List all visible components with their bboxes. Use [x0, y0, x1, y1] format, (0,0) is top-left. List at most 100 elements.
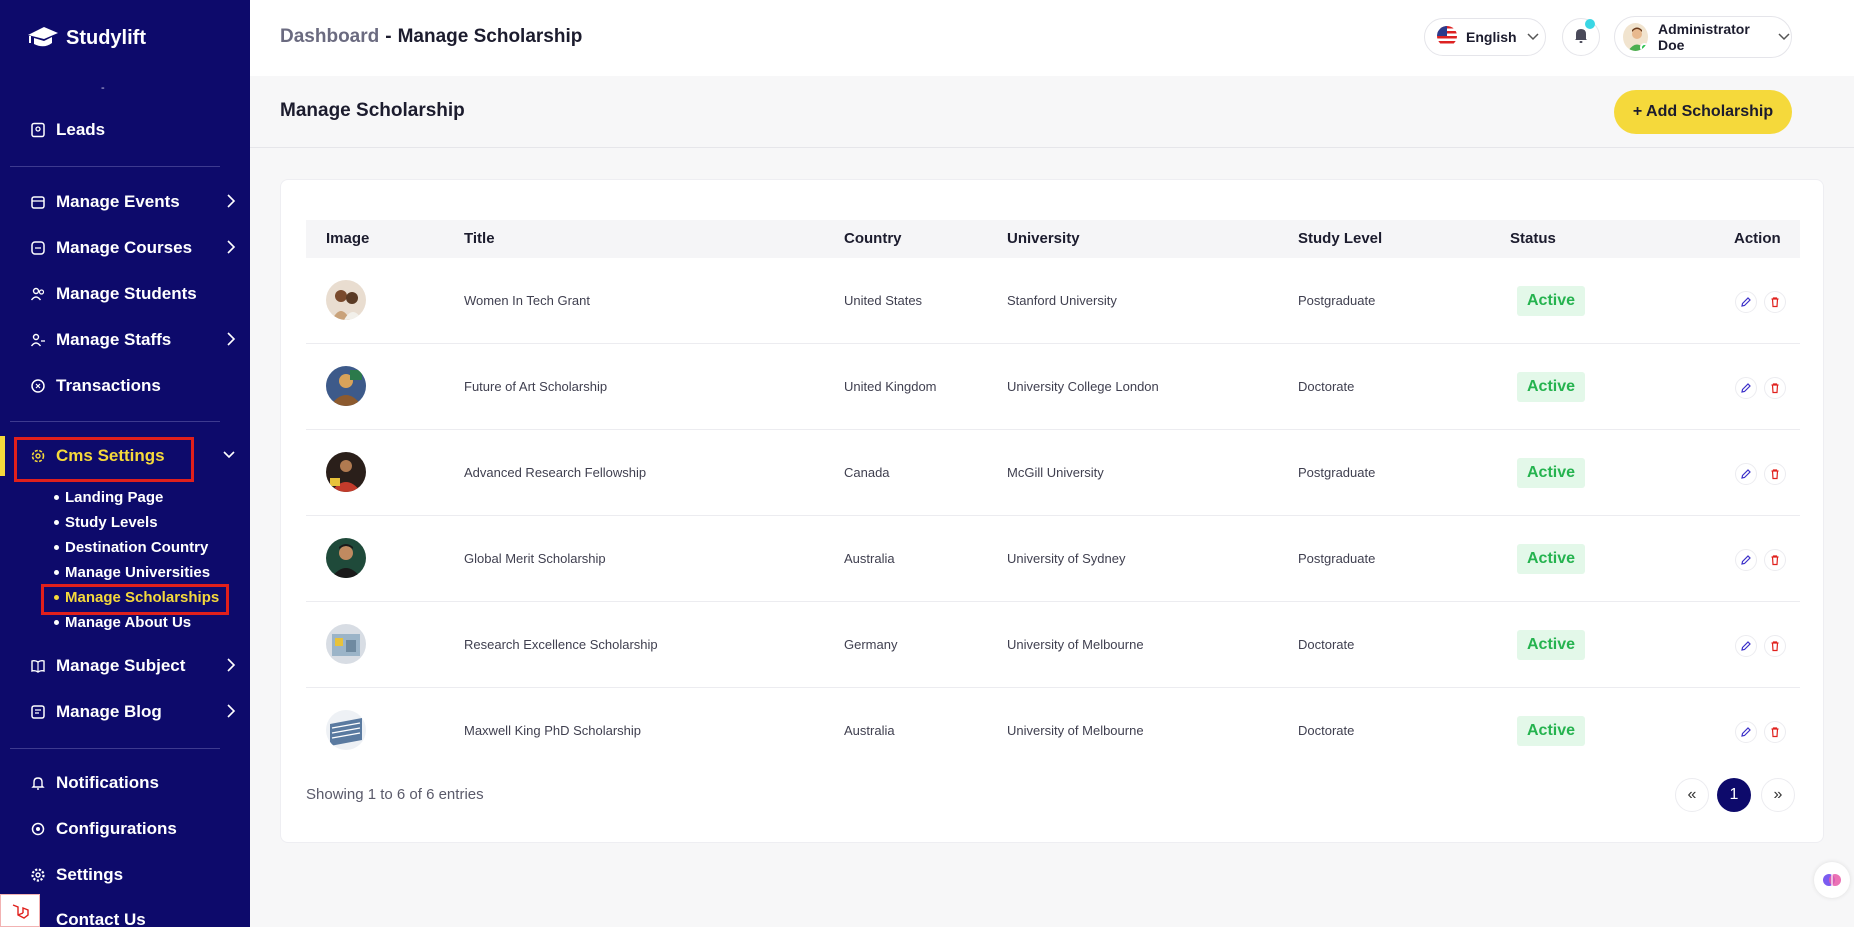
- sidebar-dash-mark: -: [101, 82, 105, 94]
- manage-scholarships-highlight: [41, 584, 229, 615]
- cell-study-level: Doctorate: [1298, 637, 1355, 652]
- sidebar-item-manage-students[interactable]: Manage Students: [0, 274, 250, 314]
- transactions-icon: [28, 376, 48, 396]
- notifications-button[interactable]: [1562, 18, 1600, 56]
- status-badge: Active: [1517, 630, 1585, 660]
- delete-button[interactable]: [1764, 463, 1786, 485]
- sidebar-item-notifications[interactable]: Notifications: [0, 763, 250, 803]
- cell-university: University of Melbourne: [1007, 723, 1144, 738]
- submenu-item-label: Manage Universities: [65, 564, 211, 581]
- delete-button[interactable]: [1764, 377, 1786, 399]
- chevron-right-icon: [226, 331, 236, 352]
- add-scholarship-button[interactable]: + Add Scholarship: [1614, 90, 1792, 134]
- sidebar-item-settings[interactable]: Settings: [0, 855, 250, 895]
- sidebar-item-label: Configurations: [56, 819, 177, 838]
- sidebar-item-manage-blog[interactable]: Manage Blog: [0, 692, 250, 732]
- chevron-down-icon: [1526, 29, 1540, 45]
- submenu-item-landing-page[interactable]: Landing Page: [54, 489, 163, 506]
- scholarship-image: [326, 366, 366, 406]
- delete-button[interactable]: [1764, 721, 1786, 743]
- bullet-icon: [54, 620, 59, 625]
- entries-info: Showing 1 to 6 of 6 entries: [306, 786, 484, 803]
- sidebar-item-configurations[interactable]: Configurations: [0, 809, 250, 849]
- column-header-study-level: Study Level: [1298, 230, 1383, 247]
- cell-country: Canada: [844, 465, 890, 480]
- column-header-action: Action: [1734, 230, 1781, 247]
- submenu-item-label: Manage About Us: [65, 614, 192, 631]
- language-selector[interactable]: English: [1424, 18, 1546, 56]
- table-row: Future of Art Scholarship United Kingdom…: [306, 344, 1800, 430]
- cell-university: University of Melbourne: [1007, 637, 1144, 652]
- breadcrumb-separator: -: [385, 26, 392, 47]
- pagination-prev[interactable]: «: [1675, 778, 1709, 812]
- cell-study-level: Doctorate: [1298, 379, 1355, 394]
- cell-title: Future of Art Scholarship: [464, 379, 608, 394]
- cell-study-level: Postgraduate: [1298, 293, 1376, 308]
- staff-icon: [28, 330, 48, 350]
- gear-icon: [28, 865, 48, 885]
- breadcrumb: Dashboard - Manage Scholarship: [280, 26, 582, 48]
- sidebar-item-leads[interactable]: Leads: [0, 110, 250, 150]
- chevron-right-icon: [226, 239, 236, 260]
- sidebar-item-manage-subject[interactable]: Manage Subject: [0, 646, 250, 686]
- column-header-image: Image: [326, 230, 370, 247]
- breadcrumb-current: Manage Scholarship: [397, 26, 583, 47]
- edit-button[interactable]: [1735, 291, 1757, 313]
- sidebar-item-manage-courses[interactable]: Manage Courses: [0, 228, 250, 268]
- page-header: Manage Scholarship + Add Scholarship: [250, 76, 1854, 148]
- status-badge: Active: [1517, 716, 1585, 746]
- sidebar-item-label: Contact Us: [56, 910, 146, 927]
- online-status-dot: [1640, 43, 1648, 51]
- top-bar: Dashboard - Manage Scholarship English Adm…: [250, 0, 1854, 76]
- sidebar: Studylift - Leads Manage Events Manage C…: [0, 0, 250, 927]
- brain-icon[interactable]: [1814, 862, 1850, 898]
- calendar-icon: [28, 192, 48, 212]
- sidebar-divider: [10, 166, 220, 167]
- sidebar-divider: [10, 748, 220, 749]
- cell-university: McGill University: [1007, 465, 1104, 480]
- breadcrumb-root[interactable]: Dashboard: [280, 26, 379, 47]
- cell-country: Germany: [844, 637, 898, 652]
- delete-button[interactable]: [1764, 549, 1786, 571]
- sidebar-item-manage-staffs[interactable]: Manage Staffs: [0, 320, 250, 360]
- sidebar-item-label: Leads: [56, 120, 106, 139]
- configurations-icon: [28, 819, 48, 839]
- cell-title: Global Merit Scholarship: [464, 551, 606, 566]
- cell-university: University of Sydney: [1007, 551, 1126, 566]
- logo[interactable]: Studylift: [0, 0, 250, 76]
- submenu-item-manage-about-us[interactable]: Manage About Us: [54, 614, 191, 631]
- delete-button[interactable]: [1764, 635, 1786, 657]
- submenu-item-label: Destination Country: [65, 539, 209, 556]
- scholarship-table-card: Image Title Country University Study Lev…: [280, 179, 1824, 843]
- sidebar-item-transactions[interactable]: Transactions: [0, 366, 250, 406]
- submenu-item-destination-country[interactable]: Destination Country: [54, 539, 208, 556]
- sidebar-item-label: Manage Courses: [56, 238, 193, 257]
- sidebar-item-label: Manage Staffs: [56, 330, 172, 349]
- edit-button[interactable]: [1735, 377, 1757, 399]
- chevron-down-icon: [1777, 29, 1791, 45]
- sidebar-item-label: Manage Blog: [56, 702, 162, 721]
- edit-button[interactable]: [1735, 463, 1757, 485]
- pagination-next[interactable]: »: [1761, 778, 1795, 812]
- table-row: Women In Tech Grant United States Stanfo…: [306, 258, 1800, 344]
- edit-button[interactable]: [1735, 721, 1757, 743]
- sidebar-item-manage-events[interactable]: Manage Events: [0, 182, 250, 222]
- submenu-item-manage-universities[interactable]: Manage Universities: [54, 564, 210, 581]
- pagination-page-1[interactable]: 1: [1717, 778, 1751, 812]
- laravel-icon[interactable]: [0, 894, 40, 927]
- user-menu[interactable]: Administrator Doe: [1614, 16, 1792, 58]
- cell-country: United States: [844, 293, 923, 308]
- table-row: Research Excellence Scholarship Germany …: [306, 602, 1800, 688]
- us-flag-icon: [1437, 25, 1457, 49]
- sidebar-item-label: Notifications: [56, 773, 159, 792]
- submenu-item-label: Study Levels: [65, 514, 158, 531]
- delete-button[interactable]: [1764, 291, 1786, 313]
- table-row: Global Merit Scholarship Australia Unive…: [306, 516, 1800, 602]
- sidebar-item-label: Manage Subject: [56, 656, 186, 675]
- cell-title: Advanced Research Fellowship: [464, 465, 647, 480]
- edit-button[interactable]: [1735, 549, 1757, 571]
- edit-button[interactable]: [1735, 635, 1757, 657]
- submenu-item-study-levels[interactable]: Study Levels: [54, 514, 158, 531]
- table-row: Maxwell King PhD Scholarship Australia U…: [306, 688, 1800, 774]
- language-label: English: [1466, 29, 1517, 45]
